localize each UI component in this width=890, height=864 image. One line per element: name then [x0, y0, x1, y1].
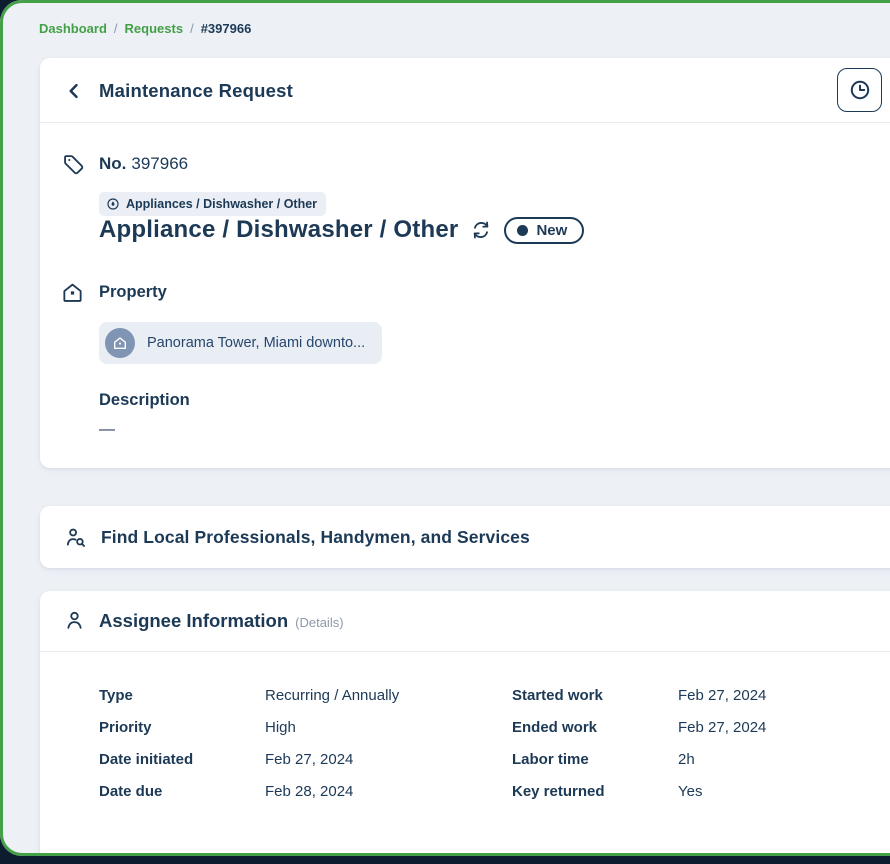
status-dot-icon	[517, 225, 528, 236]
clock-icon	[848, 78, 872, 102]
appliance-category-icon	[106, 197, 120, 211]
breadcrumb-requests[interactable]: Requests	[125, 21, 184, 36]
detail-value: 2h	[678, 749, 695, 771]
find-professionals-card[interactable]: Find Local Professionals, Handymen, and …	[40, 506, 890, 568]
page-title: Maintenance Request	[99, 80, 293, 102]
status-badge: New	[504, 217, 584, 244]
request-card-header: Maintenance Request	[40, 58, 890, 123]
detail-label: Started work	[512, 685, 603, 707]
assignee-card-header: Assignee Information (Details)	[40, 591, 890, 652]
description-label: Description	[99, 391, 190, 410]
breadcrumb-current-request: #397966	[201, 21, 252, 36]
description-value: —	[99, 421, 115, 439]
property-avatar	[105, 328, 135, 358]
detail-label: Ended work	[512, 717, 597, 739]
breadcrumb-separator: /	[190, 21, 194, 36]
detail-value: Yes	[678, 781, 702, 803]
breadcrumb-dashboard[interactable]: Dashboard	[39, 21, 107, 36]
assignee-subtitle: (Details)	[295, 615, 343, 630]
back-button[interactable]	[62, 79, 86, 103]
history-button[interactable]	[837, 68, 882, 112]
detail-value: Feb 27, 2024	[265, 749, 353, 771]
person-search-icon	[64, 526, 87, 549]
detail-label: Labor time	[512, 749, 589, 771]
detail-value: Feb 27, 2024	[678, 685, 766, 707]
home-icon	[61, 281, 84, 304]
property-section-label: Property	[99, 283, 167, 302]
detail-label: Type	[99, 685, 133, 707]
category-badge: Appliances / Dishwasher / Other	[99, 192, 326, 216]
detail-label: Key returned	[512, 781, 605, 803]
detail-label: Date initiated	[99, 749, 193, 771]
home-avatar-icon	[112, 335, 128, 351]
status-label: New	[536, 222, 567, 239]
request-title-row: Appliance / Dishwasher / Other New	[99, 216, 584, 244]
detail-label: Date due	[99, 781, 162, 803]
chevron-left-icon	[64, 81, 84, 101]
tag-icon	[62, 153, 85, 176]
category-badge-label: Appliances / Dishwasher / Other	[126, 197, 317, 211]
refresh-icon[interactable]	[470, 219, 492, 241]
request-number-row: No. 397966	[99, 154, 188, 174]
person-icon	[63, 609, 86, 632]
request-number-label: No.	[99, 154, 126, 173]
request-number: 397966	[131, 154, 188, 173]
maintenance-request-card: Maintenance Request No. 397966 Appliances…	[40, 58, 890, 468]
detail-label: Priority	[99, 717, 152, 739]
detail-value: Feb 28, 2024	[265, 781, 353, 803]
detail-value: Feb 27, 2024	[678, 717, 766, 739]
property-chip-label: Panorama Tower, Miami downto...	[147, 335, 365, 351]
breadcrumb: Dashboard / Requests / #397966	[39, 21, 251, 36]
property-chip[interactable]: Panorama Tower, Miami downto...	[99, 322, 382, 364]
assignee-title-row: Assignee Information (Details)	[99, 610, 344, 632]
breadcrumb-separator: /	[114, 21, 118, 36]
app-window: Dashboard / Requests / #397966 Maintenan…	[0, 0, 890, 856]
detail-value: High	[265, 717, 296, 739]
find-professionals-title: Find Local Professionals, Handymen, and …	[101, 527, 530, 548]
assignee-title: Assignee Information	[99, 610, 288, 632]
request-title: Appliance / Dishwasher / Other	[99, 216, 458, 244]
assignee-information-card: Assignee Information (Details) Type Recu…	[40, 591, 890, 856]
detail-value: Recurring / Annually	[265, 685, 399, 707]
